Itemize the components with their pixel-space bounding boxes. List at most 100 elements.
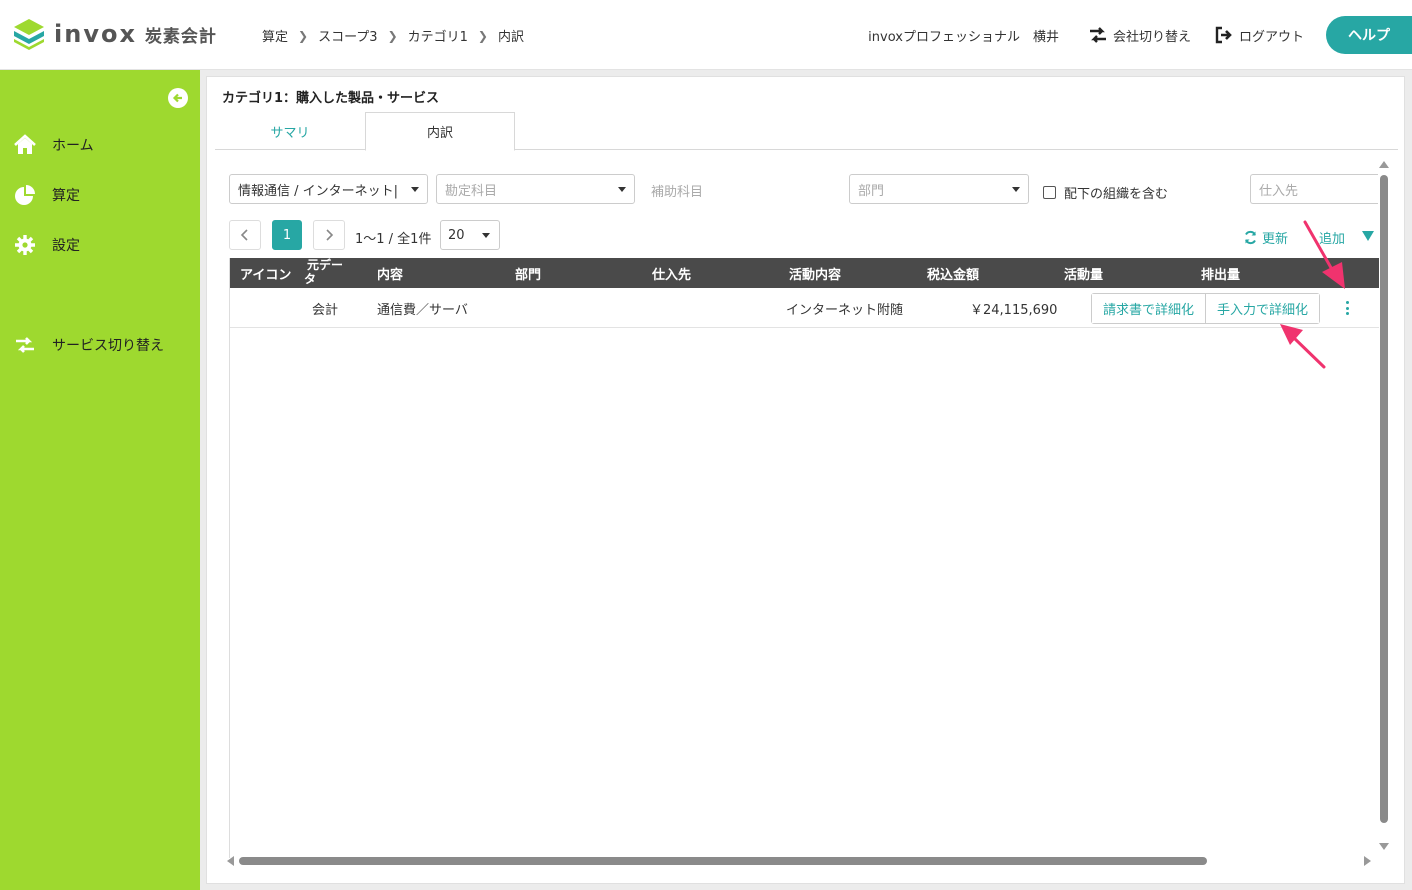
main-panel: カテゴリ1：購入した製品・サービス サマリ 内訳 情報通信 / インターネット|… xyxy=(206,76,1405,884)
refresh-icon xyxy=(1245,230,1256,245)
cell-source: 会計 xyxy=(312,302,339,318)
refresh-button[interactable]: 更新 xyxy=(1243,228,1288,247)
logo-word: invox xyxy=(54,20,137,48)
breadcrumb-item-scope3[interactable]: スコープ3 xyxy=(318,26,378,45)
industry-select-value: 情報通信 / インターネット| xyxy=(238,183,399,199)
detail-button-group: 請求書で詳細化 手入力で詳細化 xyxy=(1091,293,1321,324)
scroll-up-arrow-icon[interactable] xyxy=(1379,161,1389,168)
per-page-select[interactable]: 20 xyxy=(440,220,500,250)
sidebar-item-service-switch[interactable]: サービス切り替え xyxy=(14,334,164,356)
column-header-activity-amount: 活動量 xyxy=(1064,267,1104,283)
logout-icon xyxy=(1215,26,1232,44)
switch-company-label: 会社切り替え xyxy=(1112,29,1191,45)
page-1-button[interactable]: 1 xyxy=(272,220,302,250)
caret-down-icon xyxy=(618,187,626,192)
cell-content: 通信費／サーバ xyxy=(377,302,468,318)
column-header-source: 元デー タ xyxy=(302,258,348,288)
detail-by-invoice-button[interactable]: 請求書で詳細化 xyxy=(1092,294,1206,323)
column-header-activity: 活動内容 xyxy=(789,267,842,283)
help-button[interactable]: ヘルプ xyxy=(1326,16,1412,54)
department-select-placeholder: 部門 xyxy=(858,183,885,199)
breadcrumb: 算定 ❯ スコープ3 ❯ カテゴリ1 ❯ 内訳 xyxy=(262,26,524,46)
column-header-source-line2: タ xyxy=(304,272,317,286)
department-select[interactable]: 部門 xyxy=(849,174,1029,204)
scroll-right-arrow-icon[interactable] xyxy=(1364,856,1371,866)
sidebar-item-home[interactable]: ホーム xyxy=(14,134,94,156)
add-button[interactable]: 追加 xyxy=(1319,228,1345,247)
logo-subtitle: 炭素会計 xyxy=(144,26,217,47)
add-dropdown-caret-icon[interactable] xyxy=(1362,231,1374,241)
breadcrumb-item-calculation[interactable]: 算定 xyxy=(262,26,288,45)
cell-amount: ￥24,115,690 xyxy=(970,302,1058,318)
include-children-checkbox[interactable]: 配下の組織を含む xyxy=(1043,183,1168,202)
sub-account-field[interactable]: 補助科目 xyxy=(651,181,703,200)
next-page-button[interactable] xyxy=(313,220,345,250)
row-menu-kebab-icon[interactable] xyxy=(1346,301,1350,315)
column-header-amount: 税込金額 xyxy=(927,267,980,283)
sidebar-item-label: 算定 xyxy=(52,188,80,204)
refresh-label: 更新 xyxy=(1262,232,1289,247)
sidebar: ホーム 算定 設定 サービス切り替え xyxy=(0,70,200,890)
logout-link[interactable]: ログアウト xyxy=(1213,24,1304,46)
page-title: カテゴリ1：購入した製品・サービス xyxy=(222,91,440,106)
industry-select[interactable]: 情報通信 / インターネット| xyxy=(229,174,428,204)
gear-icon xyxy=(15,235,35,255)
sidebar-item-label: サービス切り替え xyxy=(52,338,164,354)
column-header-department: 部門 xyxy=(515,267,542,283)
column-header-source-line1: 元デー xyxy=(306,258,343,272)
chevron-right-icon: ❯ xyxy=(387,28,398,43)
logo[interactable]: invox 炭素会計 xyxy=(12,18,217,50)
header-actions: invoxプロフェッショナル 横井 会社切り替え ログアウト ヘルプ xyxy=(868,16,1412,54)
chevron-right-icon: ❯ xyxy=(477,28,488,43)
vertical-scroll-thumb[interactable] xyxy=(1380,175,1388,823)
chevron-right-icon: ❯ xyxy=(298,28,309,43)
tab-detail[interactable]: 内訳 xyxy=(365,112,515,151)
arrow-left-icon xyxy=(172,93,182,103)
switch-arrows-icon xyxy=(1089,27,1106,43)
pagination-info: 1〜1 / 全1件 xyxy=(355,232,432,247)
caret-down-icon xyxy=(482,233,490,238)
horizontal-scroll-thumb[interactable] xyxy=(239,857,1207,865)
switch-icon xyxy=(16,337,34,353)
sidebar-item-label: ホーム xyxy=(52,138,94,154)
cell-activity: インターネット附随 xyxy=(786,302,904,318)
sidebar-item-settings[interactable]: 設定 xyxy=(14,234,80,256)
user-name: invoxプロフェッショナル 横井 xyxy=(868,29,1059,45)
checkbox-box[interactable] xyxy=(1043,186,1056,199)
breadcrumb-item-detail: 内訳 xyxy=(497,30,524,45)
detail-by-manual-button[interactable]: 手入力で詳細化 xyxy=(1205,294,1320,323)
caret-down-icon xyxy=(411,187,419,192)
include-children-label: 配下の組織を含む xyxy=(1064,187,1169,202)
sidebar-item-label: 設定 xyxy=(52,238,80,254)
table-header: アイコン 元デー タ 内容 部門 仕入先 活動内容 税込金額 活動量 排出量 xyxy=(230,258,1379,288)
tab-summary[interactable]: サマリ xyxy=(215,112,365,150)
supplier-input[interactable]: 仕入先 xyxy=(1250,174,1378,204)
collapse-sidebar-button[interactable] xyxy=(168,88,188,108)
switch-company-link[interactable]: 会社切り替え xyxy=(1087,24,1191,46)
tab-bar: サマリ 内訳 xyxy=(215,112,1398,151)
column-header-icon: アイコン xyxy=(240,267,292,283)
prev-page-button[interactable] xyxy=(229,220,261,250)
logo-mark-icon xyxy=(14,19,44,50)
per-page-value: 20 xyxy=(448,227,465,243)
scroll-down-arrow-icon[interactable] xyxy=(1379,843,1389,850)
account-select-placeholder: 勘定科目 xyxy=(445,183,498,199)
scroll-left-arrow-icon[interactable] xyxy=(227,856,234,866)
chevron-right-icon xyxy=(326,229,334,241)
chevron-left-icon xyxy=(240,229,248,241)
logout-label: ログアウト xyxy=(1238,29,1304,45)
caret-down-icon xyxy=(1012,187,1020,192)
sidebar-item-calculation[interactable]: 算定 xyxy=(14,184,80,206)
column-header-emission: 排出量 xyxy=(1201,267,1241,283)
home-icon xyxy=(14,134,36,154)
column-header-supplier: 仕入先 xyxy=(652,267,692,283)
vertical-scrollbar[interactable] xyxy=(1379,161,1389,851)
table-row[interactable]: 会計 通信費／サーバ インターネット附随 ￥24,115,690 請求書で詳細化… xyxy=(230,288,1379,328)
column-header-content: 内容 xyxy=(377,267,404,283)
account-select[interactable]: 勘定科目 xyxy=(436,174,635,204)
data-table: アイコン 元デー タ 内容 部門 仕入先 活動内容 税込金額 活動量 排出量 会… xyxy=(229,258,1379,858)
horizontal-scrollbar[interactable] xyxy=(227,855,1372,867)
add-label: 追加 xyxy=(1319,232,1346,247)
app-header: invox 炭素会計 算定 ❯ スコープ3 ❯ カテゴリ1 ❯ 内訳 invox… xyxy=(0,0,1412,70)
breadcrumb-item-category1[interactable]: カテゴリ1 xyxy=(408,26,468,45)
